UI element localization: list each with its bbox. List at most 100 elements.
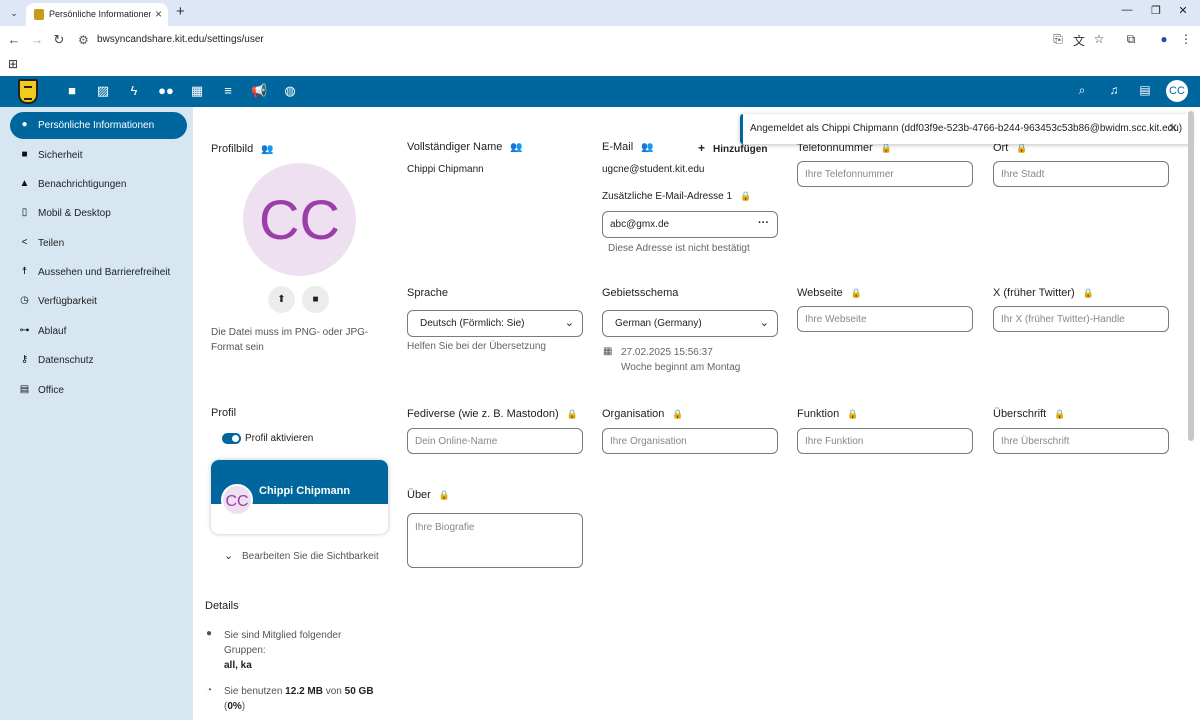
chevron-down-icon[interactable]: ⌄ bbox=[224, 549, 233, 562]
close-icon[interactable]: ✕ bbox=[1168, 121, 1178, 135]
usage-percent: 0% bbox=[227, 701, 242, 712]
photos-icon[interactable]: ▨ bbox=[95, 83, 111, 99]
sidebar-item-personal-info[interactable]: ● Persönliche Informationen bbox=[10, 112, 187, 139]
deck-icon[interactable]: ≡ bbox=[220, 83, 236, 98]
add-email-label: Hinzufügen bbox=[713, 144, 768, 155]
window-close-icon[interactable]: ✕ bbox=[1172, 4, 1194, 17]
back-icon[interactable]: ← bbox=[6, 32, 22, 47]
extra-email-input[interactable]: abc@gmx.de ··· bbox=[602, 211, 778, 238]
lock-icon[interactable]: 🔒 bbox=[1083, 288, 1094, 299]
sidebar-item-security[interactable]: ■ Sicherheit bbox=[10, 142, 187, 169]
lock-icon[interactable]: 🔒 bbox=[851, 288, 862, 299]
folder-icon: ■ bbox=[312, 294, 319, 305]
city-input[interactable]: Ihre Stadt bbox=[993, 161, 1169, 187]
sidebar-item-label: Office bbox=[38, 385, 64, 396]
sidebar-item-notifications[interactable]: ▲ Benachrichtigungen bbox=[10, 171, 187, 198]
twitter-heading: X (früher Twitter) 🔒 bbox=[993, 287, 1094, 299]
globe-icon[interactable]: ◍ bbox=[282, 83, 298, 99]
profile-card[interactable]: CC Chippi Chipmann bbox=[211, 460, 388, 534]
group-visibility-icon[interactable]: 👥 bbox=[261, 144, 273, 155]
minimize-icon[interactable]: — bbox=[1116, 4, 1138, 16]
reload-icon[interactable]: ↻ bbox=[51, 32, 67, 48]
tab-close-icon[interactable]: × bbox=[155, 7, 162, 21]
extensions-icon[interactable]: ⧉ bbox=[1123, 32, 1139, 47]
translate-icon[interactable]: 文 bbox=[1071, 32, 1087, 49]
user-avatar[interactable]: CC bbox=[1166, 80, 1188, 102]
group-visibility-icon[interactable]: 👥 bbox=[641, 142, 653, 153]
language-select[interactable]: Deutsch (Förmlich: Sie) ⌄ bbox=[407, 310, 583, 337]
forward-icon[interactable]: → bbox=[29, 32, 45, 47]
lock-icon[interactable]: 🔒 bbox=[1016, 143, 1027, 154]
locale-select[interactable]: German (Germany) ⌄ bbox=[602, 310, 778, 337]
announcements-icon[interactable]: 📢 bbox=[251, 83, 267, 99]
full-name-value[interactable]: Chippi Chipmann bbox=[407, 164, 484, 175]
install-app-icon[interactable]: ⎘ bbox=[1050, 32, 1066, 47]
bookmark-star-icon[interactable]: ☆ bbox=[1091, 32, 1107, 46]
settings-main: Profilbild 👥 CC ⬆ ■ Die Datei muss im PNG… bbox=[193, 107, 1200, 720]
about-label: Über bbox=[407, 489, 431, 501]
lock-icon[interactable]: 🔒 bbox=[567, 409, 578, 420]
lock-icon[interactable]: 🔒 bbox=[439, 490, 450, 501]
role-placeholder: Ihre Funktion bbox=[805, 436, 864, 447]
more-actions-icon[interactable]: ··· bbox=[758, 217, 769, 229]
choose-from-files-button[interactable]: ■ bbox=[302, 286, 329, 313]
edit-visibility-button[interactable]: Bearbeiten Sie die Sichtbarkeit bbox=[242, 551, 379, 562]
lock-icon[interactable]: 🔒 bbox=[672, 409, 683, 420]
calendar-icon[interactable]: ▦ bbox=[189, 83, 205, 99]
website-input[interactable]: Ihre Webseite bbox=[797, 306, 973, 332]
tab-title: Persönliche Informationen - Ein bbox=[49, 9, 151, 19]
phone-icon: ▯ bbox=[21, 207, 28, 218]
lock-icon[interactable]: 🔒 bbox=[881, 143, 892, 154]
address-bar: ← → ↻ ⚙ bwsyncandshare.kit.edu/settings/… bbox=[0, 26, 1200, 54]
logo-icon[interactable] bbox=[18, 79, 38, 104]
url-field[interactable]: bwsyncandshare.kit.edu/settings/user bbox=[97, 34, 264, 45]
groups-value: all, ka bbox=[224, 660, 252, 671]
page-scrollbar[interactable] bbox=[1188, 111, 1194, 441]
headline-input[interactable]: Ihre Überschrift bbox=[993, 428, 1169, 454]
phone-input[interactable]: Ihre Telefonnummer bbox=[797, 161, 973, 187]
accessibility-icon: ☨ bbox=[21, 266, 28, 277]
app-header: ■ ▨ ϟ ●● ▦ ≡ 📢 ◍ ⌕ ♫ ▤ CC bbox=[0, 76, 1200, 107]
site-info-icon[interactable]: ⚙ bbox=[78, 33, 89, 47]
sidebar-item-flow[interactable]: ⊶ Ablauf bbox=[10, 318, 187, 345]
browser-menu-icon[interactable]: ⋮ bbox=[1178, 32, 1194, 46]
profile-icon[interactable]: ● bbox=[1156, 32, 1172, 46]
notifications-bell-icon[interactable]: ♫ bbox=[1106, 83, 1122, 97]
role-input[interactable]: Ihre Funktion bbox=[797, 428, 973, 454]
files-folder-icon[interactable]: ■ bbox=[64, 83, 80, 98]
sidebar-item-availability[interactable]: ◷ Verfügbarkeit bbox=[10, 288, 187, 315]
twitter-input[interactable]: Ihr X (früher Twitter)-Handle bbox=[993, 306, 1169, 332]
sidebar-item-appearance[interactable]: ☨ Aussehen und Barrierefreiheit bbox=[10, 259, 187, 286]
group-visibility-icon[interactable]: 👥 bbox=[510, 142, 522, 153]
profile-picture-avatar: CC bbox=[243, 163, 356, 276]
organisation-input[interactable]: Ihre Organisation bbox=[602, 428, 778, 454]
lock-icon[interactable]: 🔒 bbox=[740, 191, 751, 202]
profile-enable-label[interactable]: Profil aktivieren bbox=[245, 433, 313, 444]
profile-enable-toggle[interactable] bbox=[222, 433, 241, 444]
website-label: Webseite bbox=[797, 287, 843, 299]
person-icon: ● bbox=[21, 119, 28, 130]
upload-picture-button[interactable]: ⬆ bbox=[268, 286, 295, 313]
sidebar-item-office[interactable]: ▤ Office bbox=[10, 377, 187, 404]
translation-help-link[interactable]: Helfen Sie bei der Übersetzung bbox=[407, 341, 546, 352]
fediverse-input[interactable]: Dein Online-Name bbox=[407, 428, 583, 454]
lock-icon[interactable]: 🔒 bbox=[847, 409, 858, 420]
contacts-icon[interactable]: ●● bbox=[158, 83, 174, 98]
tab-search-chevron-icon[interactable]: ⌄ bbox=[6, 5, 22, 21]
about-textarea[interactable]: Ihre Biografie bbox=[407, 513, 583, 568]
plus-icon: + bbox=[698, 141, 706, 155]
sidebar-item-privacy[interactable]: ⚷ Datenschutz bbox=[10, 347, 187, 374]
sidebar-item-sharing[interactable]: < Teilen bbox=[10, 230, 187, 257]
sidebar-item-mobile-desktop[interactable]: ▯ Mobil & Desktop bbox=[10, 200, 187, 227]
organisation-placeholder: Ihre Organisation bbox=[610, 436, 687, 447]
lock-icon[interactable]: 🔒 bbox=[1054, 409, 1065, 420]
restore-icon[interactable]: ❐ bbox=[1145, 4, 1167, 17]
search-icon[interactable]: ⌕ bbox=[1074, 83, 1090, 98]
contacts-menu-icon[interactable]: ▤ bbox=[1137, 83, 1153, 97]
profile-picture-label: Profilbild bbox=[211, 143, 254, 155]
email-heading: E-Mail 👥 bbox=[602, 141, 654, 153]
activity-bolt-icon[interactable]: ϟ bbox=[126, 83, 142, 98]
browser-tab[interactable]: Persönliche Informationen - Ein × bbox=[26, 3, 168, 26]
new-tab-icon[interactable]: + bbox=[176, 3, 185, 20]
apps-grid-icon[interactable]: ⊞ bbox=[8, 57, 18, 71]
